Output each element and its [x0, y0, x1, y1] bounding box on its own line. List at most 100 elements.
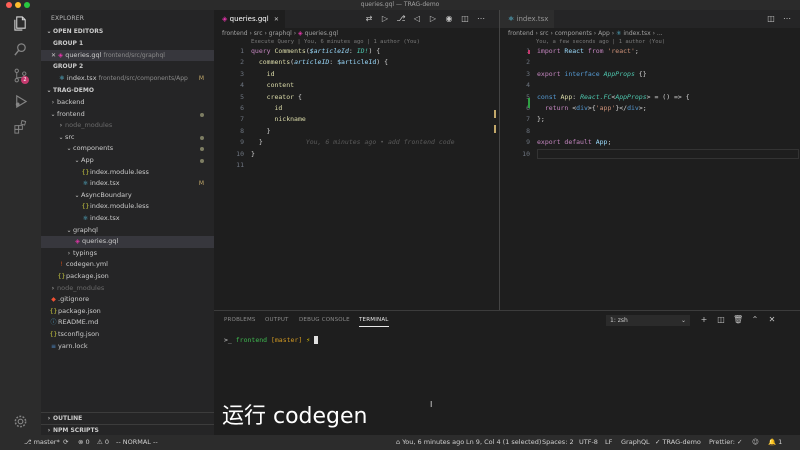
- open-editor-queries[interactable]: ✕ ◈ queries.gql frontend/src/graphql: [41, 50, 214, 61]
- encoding[interactable]: UTF-8: [579, 435, 598, 450]
- tree-folder[interactable]: ⌄App: [41, 155, 214, 167]
- split-terminal-icon[interactable]: ◫: [716, 315, 726, 324]
- compare-icon[interactable]: ⇄: [364, 14, 374, 24]
- tree-folder[interactable]: › backend: [41, 97, 214, 109]
- file-tree: › backend ⌄frontend › node_modules ⌄src ⌄compo…: [41, 97, 214, 362]
- tree-item-label: index.tsx: [90, 179, 120, 188]
- tree-file[interactable]: {}index.module.less: [41, 167, 214, 179]
- tab-output[interactable]: OUTPUT: [265, 317, 289, 323]
- cursor-position[interactable]: Ln 9, Col 4 (1 selected): [466, 435, 541, 450]
- sync-icon[interactable]: ⟳: [63, 435, 68, 450]
- close-icon[interactable]: ✕: [51, 52, 56, 59]
- branch-status[interactable]: ⎇ master*: [24, 435, 60, 450]
- debug-icon[interactable]: [13, 94, 28, 109]
- breadcrumb-item[interactable]: ...: [657, 30, 663, 37]
- files-icon[interactable]: [13, 16, 28, 31]
- file-type-icon: {}: [49, 331, 58, 338]
- file-type-icon: {}: [81, 168, 90, 176]
- breadcrumb-item[interactable]: App: [598, 30, 610, 37]
- tree-file[interactable]: ≡ yarn.lock: [41, 341, 214, 353]
- breadcrumb-item[interactable]: src: [254, 30, 263, 37]
- tab-problems[interactable]: PROBLEMS: [224, 317, 256, 323]
- modified-dot: [200, 112, 204, 117]
- next-change-icon[interactable]: ▷: [428, 14, 438, 24]
- previous-change-icon[interactable]: ◁: [412, 14, 422, 24]
- run-icon[interactable]: ▷: [380, 14, 390, 24]
- tree-file[interactable]: ◈ queries.gql: [41, 236, 214, 248]
- code-editor-index[interactable]: You, a few seconds ago | 1 author (You) …: [500, 39, 800, 299]
- close-icon[interactable]: ✕: [274, 16, 279, 23]
- breadcrumb-item[interactable]: graphql: [269, 30, 292, 37]
- tab-index-tsx[interactable]: ⚛ index.tsx: [500, 10, 555, 28]
- tree-folder[interactable]: ⌄frontend: [41, 109, 214, 121]
- minimize-window-button[interactable]: [15, 2, 21, 8]
- tab-terminal[interactable]: TERMINAL: [359, 317, 389, 327]
- language-mode[interactable]: GraphQL: [621, 435, 650, 450]
- modified-dot: [200, 159, 204, 163]
- open-editors-section[interactable]: ⌄OPEN EDITORS: [41, 26, 214, 38]
- open-editor-index[interactable]: ⚛ index.tsx frontend/src/components/App …: [41, 73, 214, 84]
- breadcrumb-item[interactable]: src: [540, 30, 549, 37]
- search-icon[interactable]: [13, 42, 28, 57]
- close-window-button[interactable]: [6, 2, 12, 8]
- tree-file[interactable]: {}package.json: [41, 306, 214, 318]
- chevron-right-icon: ›: [51, 284, 55, 292]
- trash-icon[interactable]: 🗑: [733, 315, 743, 324]
- code-editor-queries[interactable]: Execute Query | You, 6 minutes ago | 1 a…: [214, 39, 499, 299]
- terminal-select[interactable]: 1: zsh ⌄: [606, 315, 690, 326]
- codelens[interactable]: You, a few seconds ago | 1 author (You): [536, 39, 665, 45]
- tree-file[interactable]: ⚛ index.tsx: [41, 213, 214, 225]
- indentation[interactable]: Spaces: 2: [542, 435, 574, 450]
- settings-icon[interactable]: [13, 414, 28, 429]
- tree-folder[interactable]: ⌄graphql: [41, 225, 214, 237]
- group-2-header[interactable]: GROUP 2: [41, 61, 214, 73]
- terminal-output[interactable]: >_ frontend [master] ⚡: [224, 336, 319, 344]
- project-root[interactable]: ⌄TRAG-DEMO: [41, 85, 214, 97]
- breadcrumb-item[interactable]: index.tsx: [623, 30, 650, 37]
- codelens[interactable]: Execute Query | You, 6 minutes ago | 1 a…: [251, 39, 420, 45]
- breadcrumb-item[interactable]: frontend: [508, 30, 534, 37]
- tree-file[interactable]: ⚛ index.tsx M: [41, 178, 214, 190]
- source-control-icon[interactable]: 2: [13, 68, 29, 84]
- tree-folder[interactable]: › typings: [41, 248, 214, 260]
- project-status[interactable]: ✓ TRAG-demo: [655, 435, 701, 450]
- breadcrumb-item[interactable]: queries.gql: [305, 30, 338, 37]
- breadcrumb-item[interactable]: frontend: [222, 30, 248, 37]
- tree-file[interactable]: ⓘ README.md: [41, 317, 214, 329]
- maximize-panel-icon[interactable]: ⌃: [750, 315, 760, 324]
- tree-folder[interactable]: › node_modules: [41, 120, 214, 132]
- tree-folder[interactable]: › node_modules: [41, 283, 214, 295]
- tree-item-label: tsconfig.json: [58, 330, 100, 338]
- outline-section[interactable]: › OUTLINE: [41, 412, 214, 424]
- maximize-window-button[interactable]: [24, 2, 30, 8]
- tree-folder[interactable]: ⌄AsyncBoundary: [41, 190, 214, 202]
- extensions-icon[interactable]: [13, 120, 28, 135]
- tree-folder[interactable]: ⌄components: [41, 143, 214, 155]
- tree-item-label: yarn.lock: [58, 341, 88, 350]
- tree-file[interactable]: ! codegen.yml: [41, 259, 214, 271]
- split-editor-icon[interactable]: ◫: [766, 14, 776, 24]
- warnings-status[interactable]: ⚠ 0: [97, 435, 109, 450]
- tab-queries-gql[interactable]: ◈ queries.gql ✕: [214, 10, 285, 28]
- tree-file[interactable]: {}tsconfig.json: [41, 329, 214, 341]
- tree-file[interactable]: {}package.json: [41, 271, 214, 283]
- tree-folder[interactable]: ⌄src: [41, 132, 214, 144]
- prettier-status[interactable]: Prettier: ✓: [709, 435, 743, 450]
- bell-icon[interactable]: 🔔 1: [768, 435, 782, 450]
- errors-status[interactable]: ⊗ 0: [78, 435, 90, 450]
- git-blame-status[interactable]: ⌂ You, 6 minutes ago: [396, 435, 464, 450]
- breadcrumb-item[interactable]: components: [555, 30, 592, 37]
- tree-file[interactable]: {}index.module.less: [41, 201, 214, 213]
- new-terminal-icon[interactable]: +: [699, 315, 709, 324]
- tree-file[interactable]: ◆ .gitignore: [41, 294, 214, 306]
- more-actions-icon[interactable]: ⋯: [782, 14, 792, 24]
- github-icon[interactable]: ◉: [444, 14, 454, 24]
- feedback-icon[interactable]: ☺: [752, 435, 759, 450]
- group-1-header[interactable]: GROUP 1: [41, 38, 214, 50]
- more-actions-icon[interactable]: ⋯: [476, 14, 486, 24]
- close-panel-icon[interactable]: ✕: [767, 315, 777, 324]
- split-editor-icon[interactable]: ◫: [460, 14, 470, 24]
- end-of-line[interactable]: LF: [605, 435, 612, 450]
- tab-debug-console[interactable]: DEBUG CONSOLE: [299, 317, 350, 323]
- git-compare-icon[interactable]: ⎇: [396, 14, 406, 24]
